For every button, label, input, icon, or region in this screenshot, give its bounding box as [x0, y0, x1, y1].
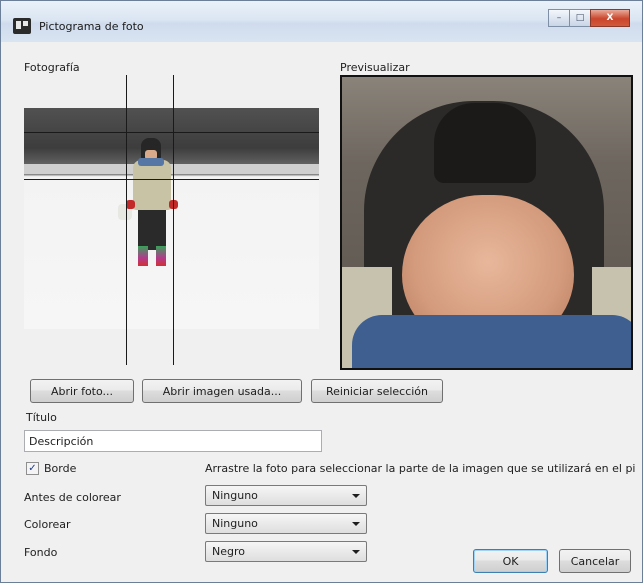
ok-button[interactable]: OK [473, 549, 548, 573]
chevron-down-icon [352, 550, 360, 554]
color-value: Ninguno [212, 517, 258, 530]
cancel-button[interactable]: Cancelar [559, 549, 631, 573]
border-checkbox[interactable]: ✓ [26, 462, 39, 475]
subject-jacket [133, 160, 171, 210]
source-photo[interactable] [24, 108, 319, 329]
subject-boot-right [156, 246, 166, 266]
before-color-select[interactable]: Ninguno [205, 485, 367, 506]
color-select[interactable]: Ninguno [205, 513, 367, 534]
subject-boot-left [138, 246, 148, 266]
app-icon [13, 18, 31, 34]
photo-label: Fotografía [24, 61, 80, 74]
title-bar[interactable]: Pictograma de foto – □ X [1, 1, 642, 42]
reset-selection-button[interactable]: Reiniciar selección [311, 379, 443, 403]
before-color-value: Ninguno [212, 489, 258, 502]
background-select[interactable]: Negro [205, 541, 367, 562]
chevron-down-icon [352, 494, 360, 498]
preview-image [340, 75, 633, 370]
open-used-image-button[interactable]: Abrir imagen usada... [142, 379, 302, 403]
drag-hint: Arrastre la foto para seleccionar la par… [205, 462, 636, 475]
preview-hood-top [434, 103, 536, 183]
crop-guide-top[interactable] [24, 132, 319, 133]
chevron-down-icon [352, 522, 360, 526]
crop-guide-right[interactable] [173, 75, 174, 365]
before-color-label: Antes de colorear [24, 491, 121, 504]
subject-scarf [138, 158, 164, 166]
preview-label: Previsualizar [340, 61, 410, 74]
crop-guide-left[interactable] [126, 75, 127, 365]
background-value: Negro [212, 545, 245, 558]
background-label: Fondo [24, 546, 58, 559]
minimize-button[interactable]: – [548, 9, 570, 27]
close-button[interactable]: X [590, 9, 630, 27]
subject-glove-left [126, 200, 135, 209]
photo-pictogram-dialog: Pictograma de foto – □ X Fotografía Prev… [0, 0, 643, 583]
preview-scarf [352, 315, 631, 368]
title-input[interactable]: Descripción [24, 430, 322, 452]
photo-subject [118, 138, 184, 308]
subject-pants [138, 210, 166, 250]
open-photo-button[interactable]: Abrir foto... [30, 379, 134, 403]
color-label: Colorear [24, 518, 71, 531]
window-title: Pictograma de foto [39, 20, 144, 33]
crop-guide-bottom[interactable] [24, 179, 319, 180]
border-label: Borde [44, 462, 77, 475]
caption-buttons: – □ X [548, 9, 630, 27]
maximize-button[interactable]: □ [569, 9, 591, 27]
title-label: Título [26, 411, 57, 424]
